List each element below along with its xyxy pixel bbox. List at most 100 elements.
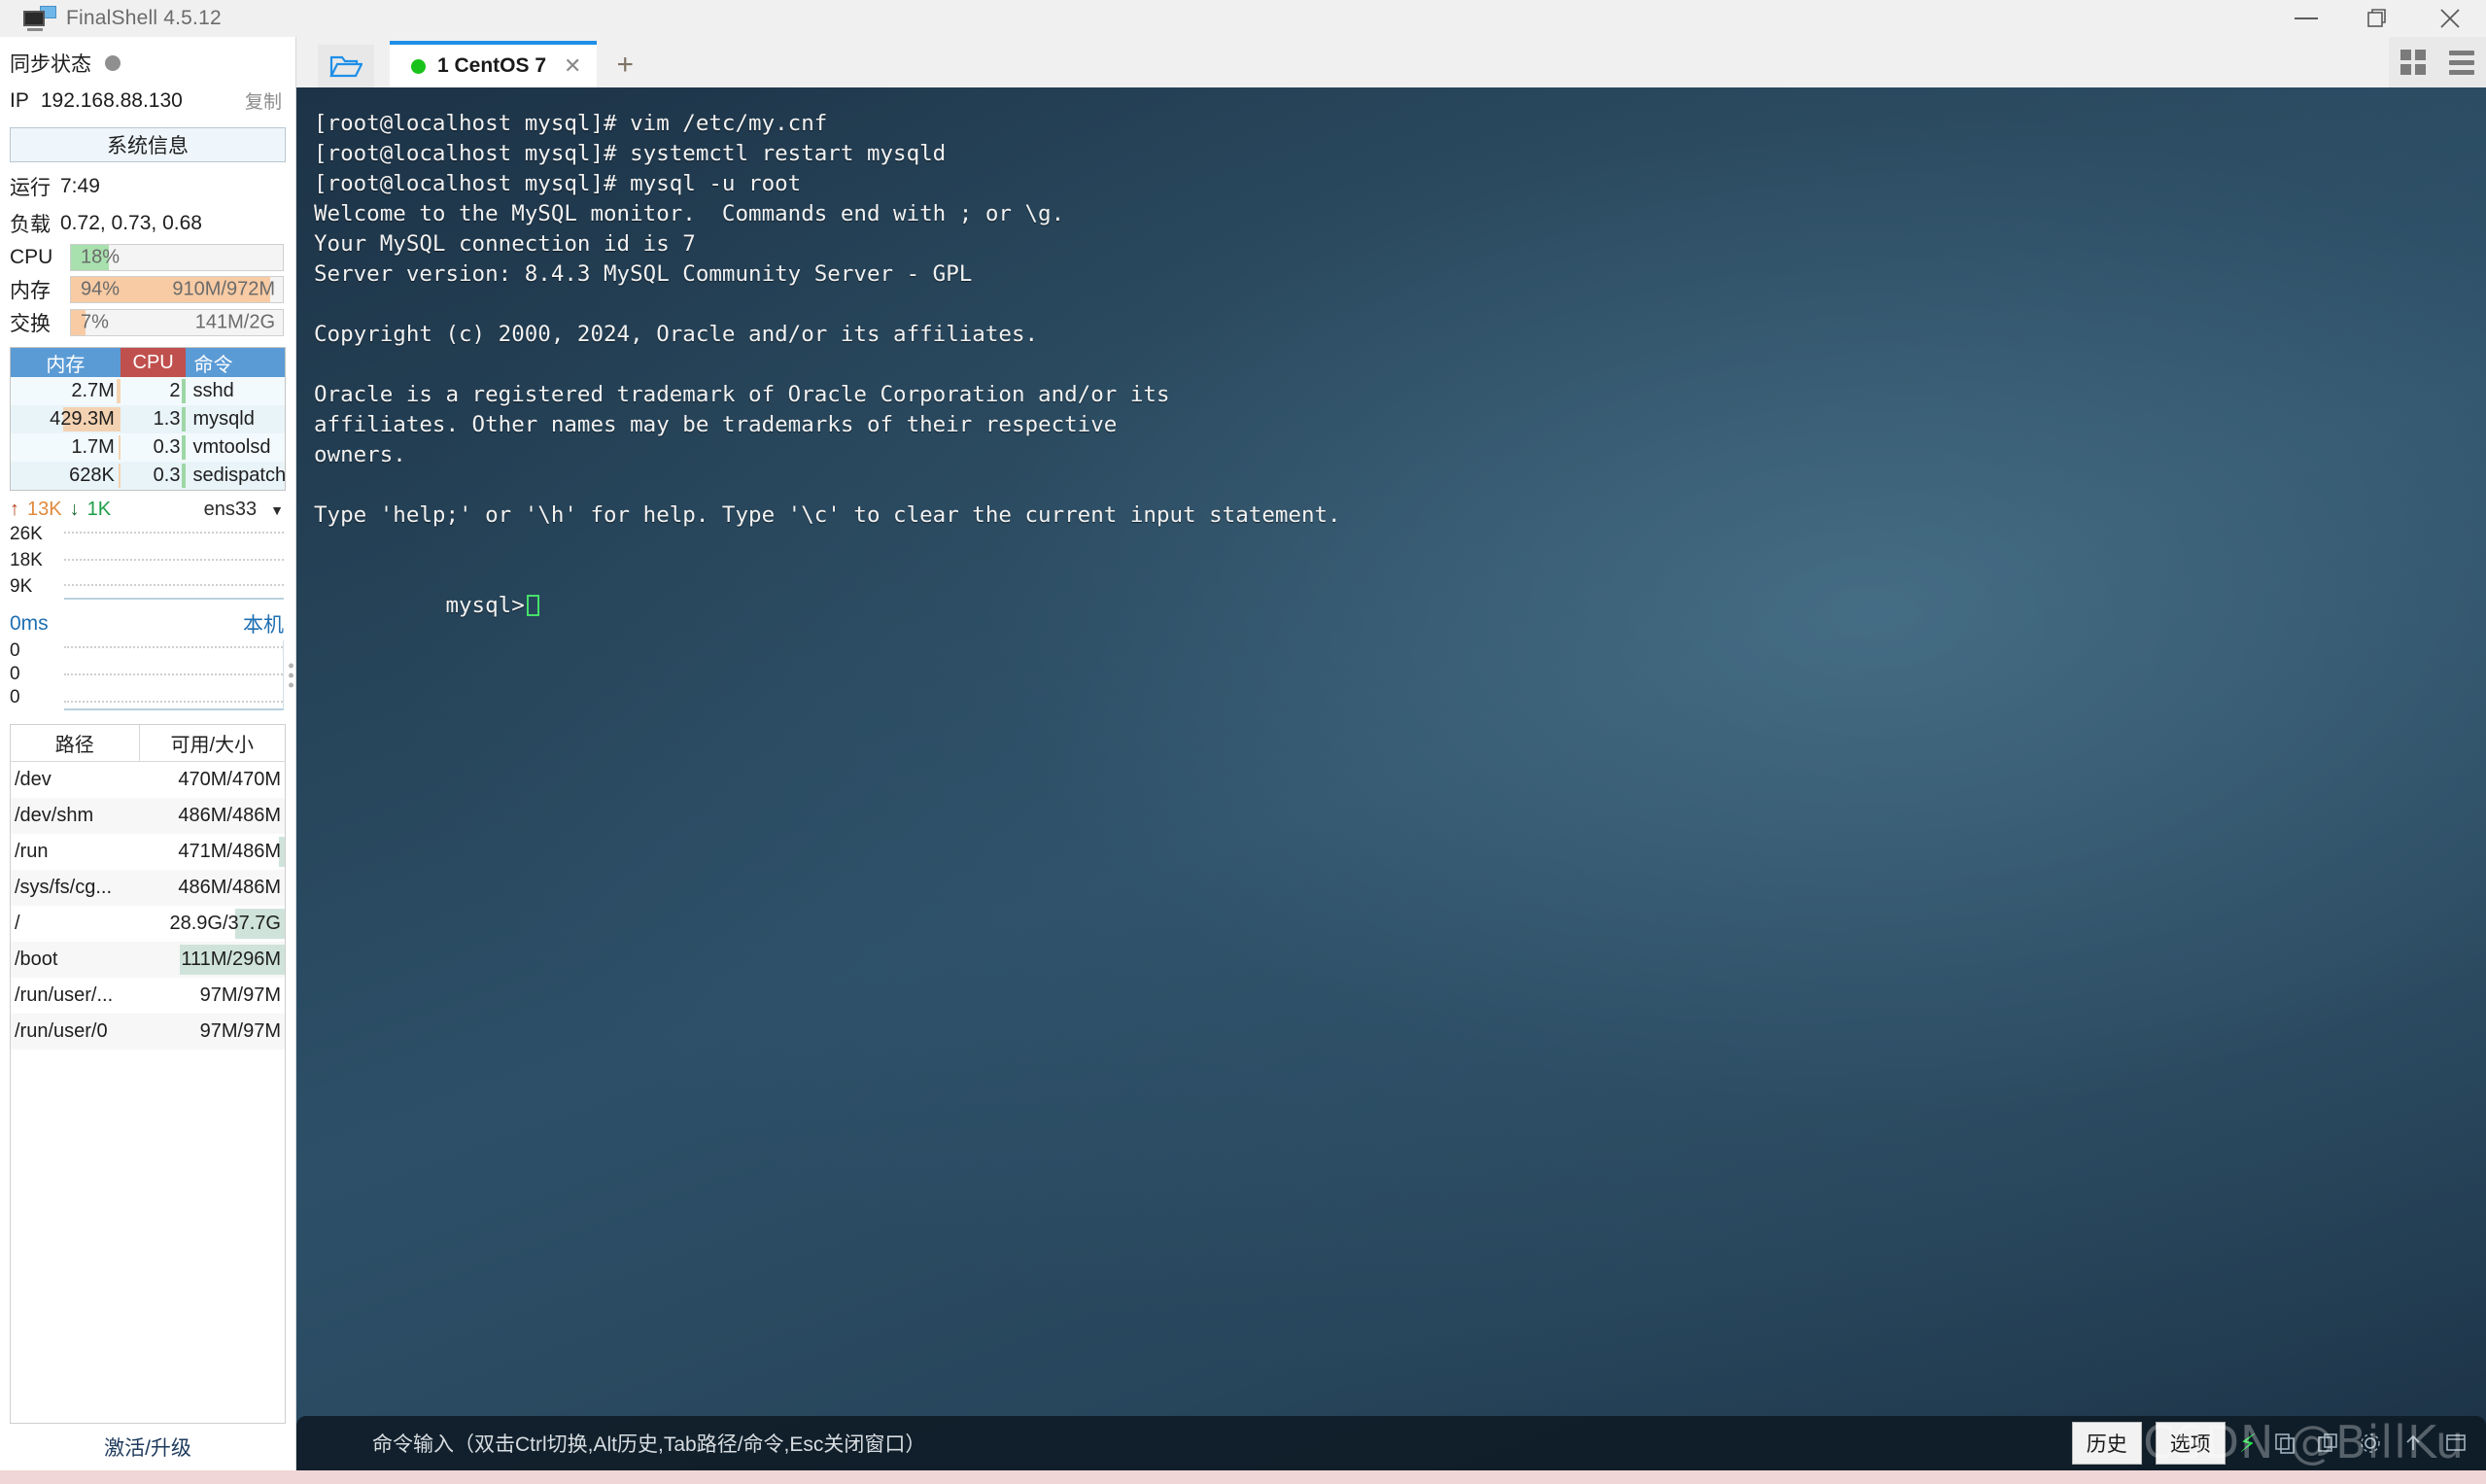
copy-icon[interactable] <box>2270 1429 2299 1458</box>
disk-row[interactable]: /dev/shm 486M/486M <box>11 798 285 834</box>
bottom-strip <box>0 1470 2486 1484</box>
disk-col-size[interactable]: 可用/大小 <box>139 725 285 761</box>
terminal-line: Server version: 8.4.3 MySQL Community Se… <box>314 261 973 287</box>
command-input-bar[interactable]: 命令输入（双击Ctrl切换,Alt历史,Tab路径/命令,Esc关闭窗口） 历史… <box>296 1416 2486 1470</box>
sync-status-row: 同步状态 <box>0 37 295 84</box>
disk-row[interactable]: /sys/fs/cg... 486M/486M <box>11 870 285 906</box>
tab-close-icon[interactable]: ✕ <box>564 53 581 79</box>
terminal-cursor <box>526 595 539 616</box>
disk-usage: 111M/296M <box>140 942 285 978</box>
activate-upgrade-button[interactable]: 激活/升级 <box>0 1424 295 1470</box>
minimize-button[interactable] <box>2270 0 2342 37</box>
disk-row[interactable]: /run/user/... 97M/97M <box>11 978 285 1014</box>
terminal-line: [root@localhost mysql]# mysql -u root <box>314 171 802 196</box>
gear-icon[interactable] <box>2356 1429 2385 1458</box>
disk-row[interactable]: / 28.9G/37.7G <box>11 906 285 942</box>
meter-detail: 141M/2G <box>194 311 275 333</box>
new-tab-button[interactable]: + <box>616 49 634 87</box>
load-label: 负载 <box>10 214 51 236</box>
terminal-panel[interactable]: [root@localhost mysql]# vim /etc/my.cnf [… <box>296 87 2486 1470</box>
disk-row[interactable]: /run/user/0 97M/97M <box>11 1014 285 1050</box>
process-table[interactable]: 内存 CPU 命令 2.7M 2 sshd 429.3M 1.3 mysqld 1.7M 0.… <box>10 347 286 491</box>
terminal-output: [root@localhost mysql]# vim /etc/my.cnf [… <box>314 109 2486 561</box>
meter-percent: 94% <box>81 278 121 300</box>
disk-col-path[interactable]: 路径 <box>11 725 140 761</box>
disk-usage: 486M/486M <box>178 877 281 898</box>
terminal-prompt: mysql> <box>445 593 525 618</box>
disk-path: /run/user/... <box>15 984 114 1006</box>
copy-ip-button[interactable]: 复制 <box>245 87 282 114</box>
tab-centos-7[interactable]: 1 CentOS 7 ✕ <box>390 41 598 87</box>
window-icon[interactable] <box>2441 1429 2470 1458</box>
disk-row[interactable]: /run 471M/486M <box>11 834 285 870</box>
disk-usage: 470M/470M <box>178 769 281 790</box>
process-command: mysqld <box>192 408 255 430</box>
close-window-button[interactable] <box>2414 0 2486 37</box>
meter-label: CPU <box>10 246 53 268</box>
terminal-line: Your MySQL connection id is 7 <box>314 231 696 257</box>
disk-usage: 97M/97M <box>199 984 281 1006</box>
terminal-prompt-line: mysql> <box>314 561 2486 651</box>
sync-status-dot <box>105 55 121 71</box>
system-info-button[interactable]: 系统信息 <box>10 127 286 162</box>
command-input-placeholder[interactable]: 命令输入（双击Ctrl切换,Alt历史,Tab路径/命令,Esc关闭窗口） <box>372 1429 925 1458</box>
lat-y-0: 0 <box>10 640 20 661</box>
grid-view-icon[interactable] <box>2389 37 2437 87</box>
folder-icon[interactable] <box>318 45 374 87</box>
latency-graph-plot <box>64 640 284 710</box>
terminal-line: Copyright (c) 2000, 2024, Oracle and/or … <box>314 322 1039 347</box>
terminal-line: affiliates. Other names may be trademark… <box>314 412 1118 437</box>
ip-value: 192.168.88.130 <box>40 88 183 112</box>
process-col-memory[interactable]: 内存 <box>11 348 121 377</box>
sidebar-splitter-handle[interactable] <box>289 663 293 688</box>
disk-path: /dev <box>15 769 52 790</box>
process-col-cpu[interactable]: CPU <box>120 348 187 377</box>
tab-label: 1 CentOS 7 <box>437 54 547 77</box>
download-rate: 1K <box>86 499 112 520</box>
process-command: sedispatch <box>192 465 287 486</box>
resource-meters: CPU 18% 内存 94% 910M/972M 交换 7% 141M/2G <box>0 242 295 339</box>
network-interface-select[interactable]: ens33 <box>204 499 258 521</box>
upload-icon[interactable] <box>2399 1429 2428 1458</box>
meter-label: 内存 <box>10 280 51 302</box>
disk-row[interactable]: /boot 111M/296M <box>11 942 285 978</box>
terminal-line: [root@localhost mysql]# systemctl restar… <box>314 141 947 166</box>
process-row[interactable]: 1.7M 0.3 vmtoolsd <box>11 433 285 462</box>
process-row[interactable]: 429.3M 1.3 mysqld <box>11 405 285 433</box>
disk-row[interactable]: /dev 470M/470M <box>11 762 285 798</box>
process-memory: 628K <box>11 462 121 490</box>
latency-header: 0ms 本机 <box>0 600 295 640</box>
lightning-icon[interactable]: ⚡ <box>2239 1429 2257 1459</box>
window-body: 同步状态 IP 192.168.88.130 复制 系统信息 运行 7:49 负… <box>0 37 2486 1470</box>
process-row[interactable]: 2.7M 2 sshd <box>11 377 285 405</box>
uptime-label: 运行 <box>10 177 51 199</box>
upload-rate: 13K <box>27 499 62 520</box>
net-y-0: 26K <box>10 524 43 544</box>
options-button[interactable]: 选项 <box>2155 1422 2226 1465</box>
process-cpu: 2 <box>121 377 187 405</box>
paste-icon[interactable] <box>2313 1429 2342 1458</box>
process-cpu: 0.3 <box>121 462 187 490</box>
chevron-down-icon[interactable]: ▼ <box>270 502 284 518</box>
process-memory: 2.7M <box>11 377 121 405</box>
process-row[interactable]: 628K 0.3 sedispatch <box>11 462 287 490</box>
process-cpu: 1.3 <box>121 405 187 433</box>
disk-usage: 471M/486M <box>140 834 285 870</box>
uptime-value: 7:49 <box>60 175 100 197</box>
disk-path: /run/user/0 <box>15 1020 108 1042</box>
window-controls <box>2270 0 2486 37</box>
hamburger-menu-icon[interactable] <box>2437 37 2486 87</box>
meter-label: 交换 <box>10 313 51 335</box>
meter-track: 7% 141M/2G <box>70 309 284 336</box>
disk-path: /dev/shm <box>15 805 94 826</box>
history-button[interactable]: 历史 <box>2071 1422 2142 1465</box>
ip-label: IP <box>10 88 29 112</box>
process-col-command[interactable]: 命令 <box>186 348 285 377</box>
uptime-row: 运行 7:49 <box>0 168 295 205</box>
net-y-1: 18K <box>10 550 43 570</box>
maximize-restore-button[interactable] <box>2342 0 2414 37</box>
network-graph-y-labels: 26K 18K 9K <box>10 524 64 600</box>
disk-table[interactable]: 路径 可用/大小 /dev 470M/470M/dev/shm 486M/486M /… <box>10 724 286 1424</box>
tab-bar: 1 CentOS 7 ✕ + <box>296 37 2486 87</box>
